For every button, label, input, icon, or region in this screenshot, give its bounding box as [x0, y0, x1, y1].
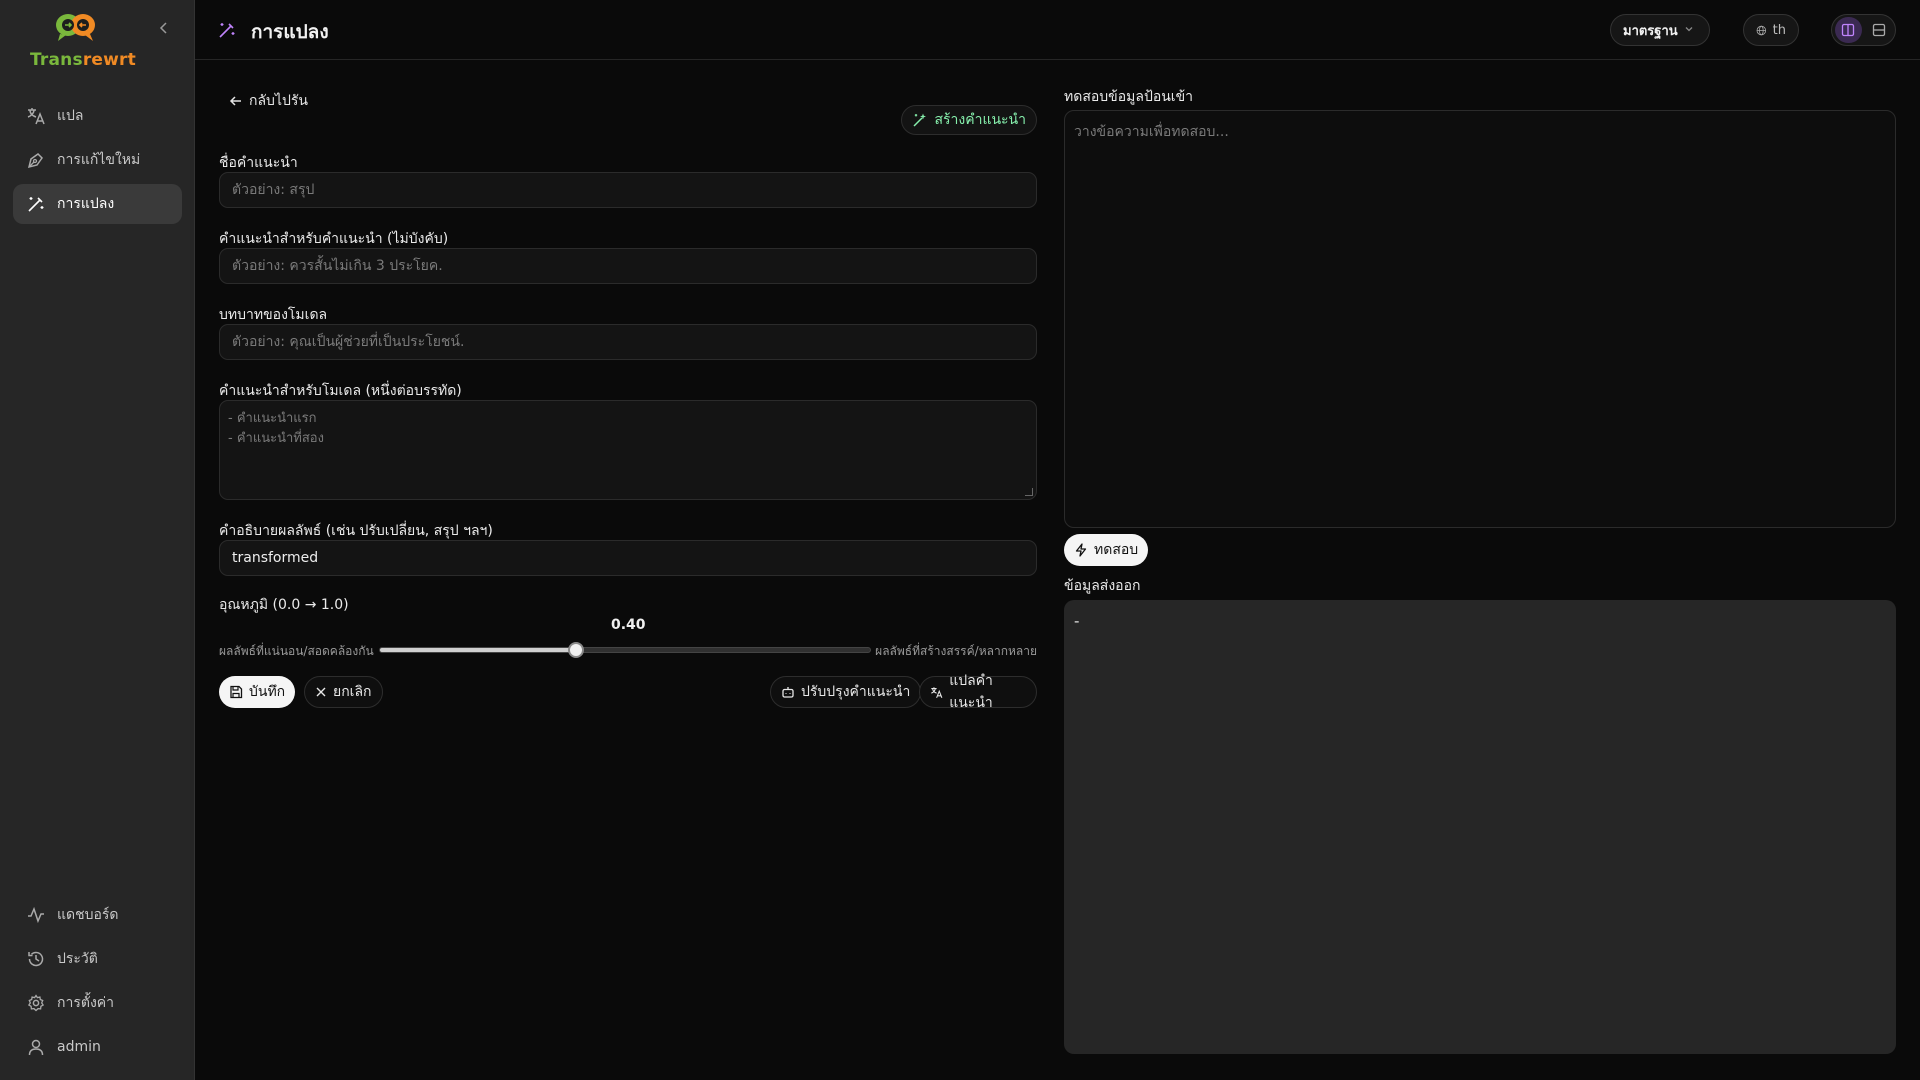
- temperature-label: อุณหภูมิ (0.0 → 1.0): [219, 597, 349, 613]
- chevron-down-icon: [1684, 23, 1694, 38]
- translate-prompt-label: แปลคำแนะนำ: [949, 673, 993, 711]
- columns-icon: [1842, 23, 1855, 37]
- sidebar: Transrewrt แปล การแก้ไขใหม่ การแปลง แดชบ…: [0, 0, 195, 1080]
- globe-icon: [1756, 25, 1767, 35]
- test-button-label: ทดสอบ: [1094, 542, 1139, 558]
- temperature-slider[interactable]: [379, 642, 871, 658]
- test-input-placeholder: วางข้อความเพื่อทดสอบ...: [1074, 124, 1229, 140]
- arrow-left-icon: [229, 96, 241, 106]
- instructions-placeholder-line: - คำแนะนำที่สอง: [228, 431, 324, 446]
- sidebar-item-settings[interactable]: การตั้งค่า: [13, 983, 182, 1023]
- slider-fill: [380, 648, 576, 652]
- result-description-input[interactable]: transformed: [219, 540, 1037, 576]
- prompt-guide-placeholder: ตัวอย่าง: ควรสั้นไม่เกิน 3 ประโยค.: [232, 258, 443, 274]
- sidebar-item-translate[interactable]: แปล: [13, 96, 182, 136]
- activity-icon: [25, 904, 47, 926]
- role-label: บทบาทของโมเดล: [219, 307, 328, 323]
- mode-select-value: มาตรฐาน: [1623, 23, 1678, 39]
- prompt-name-placeholder: ตัวอย่าง: สรุป: [232, 182, 315, 198]
- lightning-icon: [1075, 543, 1087, 557]
- back-label: กลับไปรัน: [249, 93, 308, 109]
- page-title: การแปลง: [251, 21, 329, 43]
- test-button[interactable]: ทดสอบ: [1064, 534, 1149, 566]
- gear-icon: [25, 992, 47, 1014]
- test-input-label: ทดสอบข้อมูลป้อนเข้า: [1064, 89, 1194, 105]
- language-button[interactable]: th: [1743, 14, 1799, 46]
- prompt-guide-input[interactable]: ตัวอย่าง: ควรสั้นไม่เกิน 3 ประโยค.: [219, 248, 1037, 284]
- layout-rows-button[interactable]: [1866, 17, 1893, 43]
- temperature-value: 0.40: [611, 617, 646, 633]
- translate-prompt-button[interactable]: แปลคำแนะนำ: [919, 673, 1037, 711]
- logo-icon: [56, 14, 95, 41]
- sparkles-wand-icon: [913, 113, 927, 127]
- layout-toggle: [1831, 14, 1896, 46]
- output-value: -: [1074, 612, 1080, 630]
- sidebar-item-label: admin: [57, 1039, 101, 1055]
- instructions-placeholder-line: - คำแนะนำแรก: [228, 411, 317, 426]
- generate-prompt-button[interactable]: สร้างคำแนะนำ: [901, 105, 1037, 135]
- mode-select[interactable]: มาตรฐาน: [1610, 14, 1710, 46]
- name-label: ชื่อคำแนะนำ: [219, 155, 298, 171]
- top-header: การแปลง มาตรฐาน th: [195, 0, 1920, 60]
- save-label: บันทึก: [249, 684, 286, 700]
- sidebar-item-label: แปล: [57, 108, 84, 124]
- rows-icon: [1872, 23, 1885, 37]
- collapse-sidebar-button[interactable]: [156, 20, 172, 36]
- layout-columns-button[interactable]: [1835, 17, 1862, 43]
- magic-wand-icon: [217, 20, 237, 44]
- result-label: คำอธิบายผลลัพธ์ (เช่น ปรับเปลี่ยน, สรุป …: [219, 523, 493, 539]
- model-instructions-textarea[interactable]: - คำแนะนำแรก - คำแนะนำที่สอง: [219, 400, 1037, 500]
- sidebar-item-history[interactable]: ประวัติ: [13, 939, 182, 979]
- app-root: Transrewrt แปล การแก้ไขใหม่ การแปลง แดชบ…: [0, 0, 1920, 1080]
- translate-icon: [25, 105, 47, 127]
- temperature-slider-row: ผลลัพธ์ที่แน่นอน/สอดคล้องกัน ผลลัพธ์ที่ส…: [219, 640, 1037, 660]
- test-input-textarea[interactable]: วางข้อความเพื่อทดสอบ...: [1064, 110, 1896, 528]
- back-link[interactable]: กลับไปรัน: [229, 90, 308, 112]
- save-button[interactable]: บันทึก: [219, 676, 296, 708]
- model-role-input[interactable]: ตัวอย่าง: คุณเป็นผู้ช่วยที่เป็นประโยชน์.: [219, 324, 1037, 360]
- close-icon: [316, 687, 326, 697]
- result-description-value: transformed: [232, 550, 319, 566]
- instructions-label: คำแนะนำสำหรับโมเดล (หนึ่งต่อบรรทัด): [219, 383, 462, 399]
- sidebar-item-transform[interactable]: การแปลง: [13, 184, 182, 224]
- slider-max-label: ผลลัพธ์ที่สร้างสรรค์/หลากหลาย: [875, 644, 1037, 658]
- translate-icon: [931, 686, 943, 698]
- slider-thumb[interactable]: [568, 642, 584, 658]
- language-code: th: [1772, 22, 1786, 38]
- user-icon: [25, 1036, 47, 1058]
- prompt-name-input[interactable]: ตัวอย่าง: สรุป: [219, 172, 1037, 208]
- improve-prompt-label: ปรับปรุงคำแนะนำ: [801, 684, 911, 700]
- sidebar-item-user[interactable]: admin: [13, 1027, 182, 1067]
- resize-handle[interactable]: [1025, 488, 1033, 496]
- cancel-label: ยกเลิก: [333, 684, 372, 700]
- sidebar-item-label: การแปลง: [57, 196, 115, 212]
- model-role-placeholder: ตัวอย่าง: คุณเป็นผู้ช่วยที่เป็นประโยชน์.: [232, 334, 465, 350]
- bot-icon: [782, 687, 794, 698]
- improve-prompt-button[interactable]: ปรับปรุงคำแนะนำ: [770, 676, 922, 708]
- brand-name: Transrewrt: [30, 50, 136, 70]
- history-icon: [25, 948, 47, 970]
- slider-min-label: ผลลัพธ์ที่แน่นอน/สอดคล้องกัน: [219, 644, 374, 658]
- app-logo[interactable]: Transrewrt: [28, 10, 136, 70]
- save-icon: [230, 685, 243, 699]
- output-label: ข้อมูลส่งออก: [1064, 578, 1141, 594]
- generate-prompt-label: สร้างคำแนะนำ: [934, 112, 1026, 128]
- pen-tool-icon: [25, 149, 47, 171]
- sidebar-item-label: แดชบอร์ด: [57, 907, 119, 923]
- sidebar-item-dashboard[interactable]: แดชบอร์ด: [13, 895, 182, 935]
- sidebar-item-label: การตั้งค่า: [57, 995, 115, 1011]
- magic-wand-icon: [25, 193, 47, 215]
- sidebar-item-label: การแก้ไขใหม่: [57, 152, 141, 168]
- output-box: -: [1064, 600, 1896, 1054]
- guide-label: คำแนะนำสำหรับคำแนะนำ (ไม่บังคับ): [219, 231, 449, 247]
- chevron-left-icon: [159, 22, 167, 34]
- sidebar-item-label: ประวัติ: [57, 951, 98, 967]
- cancel-button[interactable]: ยกเลิก: [304, 676, 383, 708]
- sidebar-item-rewrite[interactable]: การแก้ไขใหม่: [13, 140, 182, 180]
